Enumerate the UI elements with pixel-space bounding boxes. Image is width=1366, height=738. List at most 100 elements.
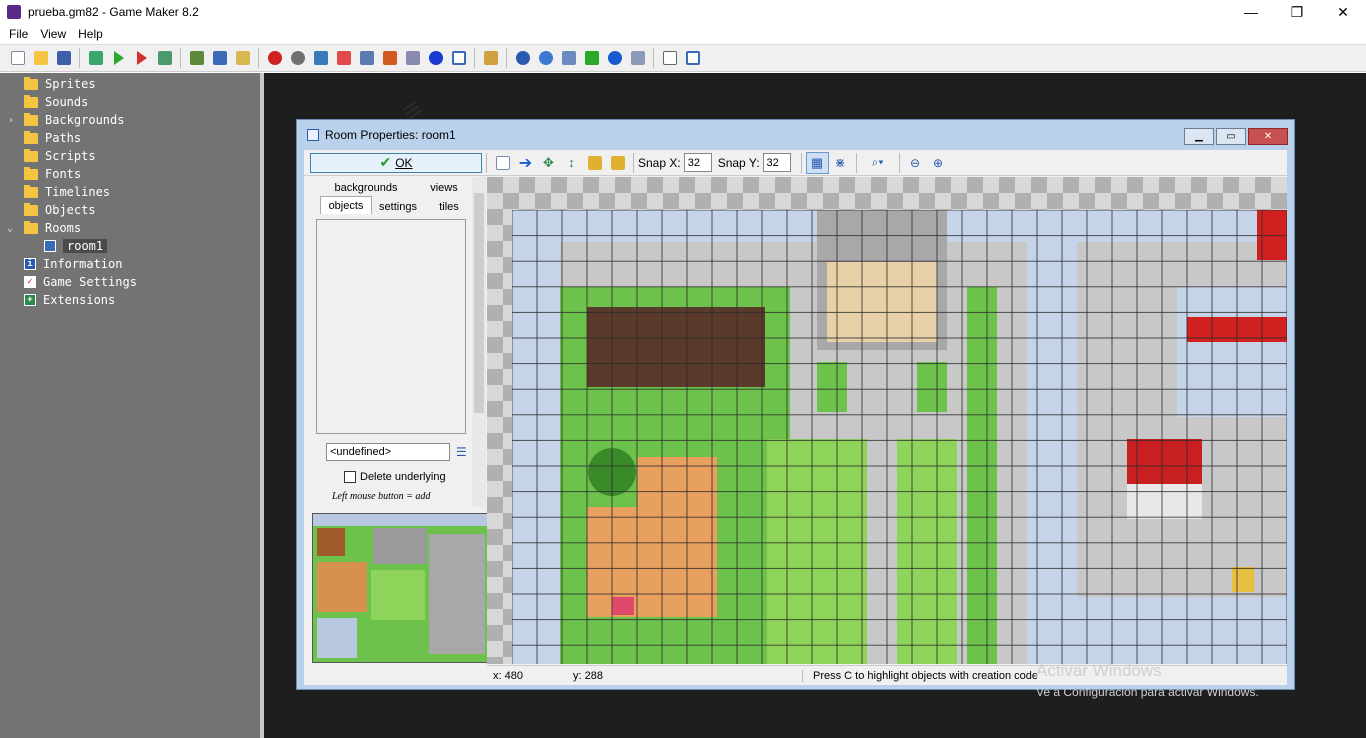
add-icon[interactable] — [580, 47, 603, 69]
list-icon[interactable] — [557, 47, 580, 69]
tools-icon[interactable] — [185, 47, 208, 69]
menu-help[interactable]: Help — [72, 27, 109, 41]
background-icon[interactable] — [309, 47, 332, 69]
window-icon[interactable] — [681, 47, 704, 69]
tree-item-timelines[interactable]: Timelines — [24, 183, 110, 201]
tree-item-room1[interactable]: room1 — [44, 237, 108, 255]
open-icon[interactable] — [29, 47, 52, 69]
tree-item-fonts[interactable]: Fonts — [24, 165, 81, 183]
font-icon[interactable] — [378, 47, 401, 69]
global-settings-icon[interactable] — [511, 47, 534, 69]
calculator-icon[interactable] — [626, 47, 649, 69]
isometric-grid-icon[interactable]: ⋇ — [829, 152, 852, 174]
dialog-maximize-button[interactable]: ▭ — [1216, 128, 1246, 145]
object-select[interactable]: <undefined> — [326, 443, 450, 461]
status-x: x: 480 — [493, 669, 523, 682]
folder-icon — [24, 148, 38, 162]
object-icon[interactable] — [424, 47, 447, 69]
zoom-in-icon[interactable]: ⊕ — [927, 152, 950, 174]
refresh-icon[interactable] — [603, 47, 626, 69]
tab-backgrounds[interactable]: backgrounds — [324, 179, 408, 197]
collapse-icon[interactable]: ⌄ — [7, 223, 13, 234]
folder-icon — [24, 94, 38, 108]
tree-item-sounds[interactable]: Sounds — [24, 93, 88, 111]
check-icon: ✔ — [379, 154, 392, 170]
snap-y-label: Snap Y: — [717, 155, 760, 170]
run-icon[interactable] — [107, 47, 130, 69]
sound-icon[interactable] — [286, 47, 309, 69]
publish-icon[interactable] — [84, 47, 107, 69]
folder-icon — [24, 202, 38, 216]
app-icon — [7, 5, 21, 19]
menu-list-icon[interactable]: ☰ — [456, 445, 467, 459]
left-panel-scrollbar[interactable] — [472, 177, 486, 507]
snap-x-input[interactable] — [683, 153, 712, 172]
zoom-out-icon[interactable]: ⊖ — [904, 152, 927, 174]
save-icon[interactable] — [52, 47, 75, 69]
ok-button[interactable]: ✔ OK — [310, 152, 482, 173]
delete-underlying-checkbox[interactable]: Delete underlying — [344, 471, 446, 483]
tree-item-information[interactable]: i Information — [24, 255, 122, 273]
tree-item-scripts[interactable]: Scripts — [24, 147, 96, 165]
new-icon[interactable] — [6, 47, 29, 69]
tree-item-objects[interactable]: Objects — [24, 201, 96, 219]
room-layout — [487, 177, 1287, 664]
lock-icon[interactable] — [583, 152, 606, 174]
dialog-title: Room Properties: room1 — [325, 128, 456, 142]
dialog-minimize-button[interactable]: ▁ — [1184, 128, 1214, 145]
window-title: prueba.gm82 - Game Maker 8.2 — [28, 5, 199, 19]
minimize-button[interactable]: — — [1228, 0, 1274, 24]
activation-watermark-title: Activar Windows — [1036, 661, 1162, 680]
tree-item-game-settings[interactable]: ✓ Game Settings — [24, 273, 137, 291]
path-icon[interactable] — [332, 47, 355, 69]
tab-settings[interactable]: settings — [372, 198, 424, 216]
script-icon[interactable] — [355, 47, 378, 69]
menu-bar: File View Help — [0, 24, 1366, 43]
checklist-icon: ✓ — [24, 276, 36, 288]
zoom-dropdown-icon[interactable]: ⌕▾ — [861, 152, 895, 174]
grid-toggle-icon[interactable]: ▦ — [805, 151, 829, 174]
menu-view[interactable]: View — [34, 27, 72, 41]
room-editor-canvas[interactable] — [487, 177, 1287, 664]
timeline-icon[interactable] — [401, 47, 424, 69]
title-bar: prueba.gm82 - Game Maker 8.2 — ❐ ✕ — [0, 0, 1366, 24]
preferences-icon[interactable] — [208, 47, 231, 69]
room-status-bar: x: 480 y: 288 Press C to highlight objec… — [487, 665, 1287, 685]
unlock-icon[interactable] — [606, 152, 629, 174]
hint-text: Left mouse button = add — [332, 491, 431, 502]
game-information-icon[interactable] — [479, 47, 502, 69]
main-toolbar — [0, 44, 1366, 72]
snap-y-input[interactable] — [762, 153, 791, 172]
debug-icon[interactable] — [130, 47, 153, 69]
tree-item-sprites[interactable]: Sprites — [24, 75, 96, 93]
object-preview — [316, 219, 466, 434]
clear-icon[interactable] — [491, 152, 514, 174]
close-button[interactable]: ✕ — [1320, 0, 1366, 24]
expand-icon[interactable]: › — [8, 115, 14, 126]
info-icon: i — [24, 258, 36, 270]
find-icon[interactable] — [231, 47, 254, 69]
room-icon[interactable] — [447, 47, 470, 69]
dialog-close-button[interactable]: ✕ — [1248, 128, 1288, 145]
activation-watermark-subtitle: Ve a Configuración para activar Windows. — [1036, 685, 1259, 699]
maximize-button[interactable]: ❐ — [1274, 0, 1320, 24]
layout-icon[interactable] — [658, 47, 681, 69]
plus-icon: + — [24, 294, 36, 306]
move-icon[interactable]: ✥ — [537, 152, 560, 174]
sprite-icon[interactable] — [263, 47, 286, 69]
info-icon[interactable] — [534, 47, 557, 69]
shift-icon[interactable]: ➔ — [514, 152, 537, 174]
room-minimap[interactable] — [312, 513, 488, 663]
tree-item-backgrounds[interactable]: Backgrounds — [24, 111, 124, 129]
folder-icon — [24, 112, 38, 126]
tab-views[interactable]: views — [422, 179, 466, 197]
tree-item-rooms[interactable]: Rooms — [24, 219, 81, 237]
resource-tree: Sprites Sounds › Backgrounds Paths Scrip… — [0, 73, 260, 738]
tree-item-extensions[interactable]: + Extensions — [24, 291, 115, 309]
tab-tiles[interactable]: tiles — [432, 198, 466, 216]
menu-file[interactable]: File — [3, 27, 34, 41]
export-icon[interactable] — [153, 47, 176, 69]
tab-objects[interactable]: objects — [320, 196, 372, 214]
tree-item-paths[interactable]: Paths — [24, 129, 81, 147]
resize-icon[interactable]: ↕ — [560, 152, 583, 174]
